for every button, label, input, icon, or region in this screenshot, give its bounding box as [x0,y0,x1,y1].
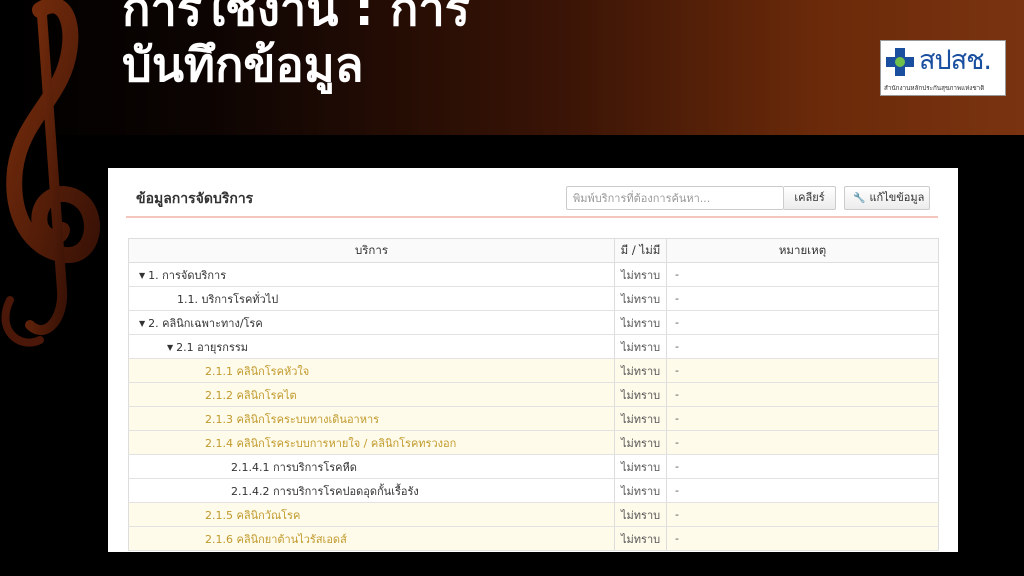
caret-down-icon[interactable]: ▼ [167,343,173,352]
availability-cell: ไม่ทราบ [614,526,667,551]
service-info-panel: ข้อมูลการจัดบริการ เคลียร์ 🔧แก้ไขข้อมูล … [108,168,958,552]
table-row[interactable]: 2.1.4.2 การบริการโรคปอดอุดกั้นเรื้อรัง ไ… [128,478,939,503]
service-label: 2.1.4.2 การบริการโรคปอดอุดกั้นเรื้อรัง [231,484,419,498]
panel-header: ข้อมูลการจัดบริการ เคลียร์ 🔧แก้ไขข้อมูล [126,180,938,218]
service-label: 2.1.5 คลินิกวัณโรค [205,508,301,522]
service-label: 2.1.6 คลินิกยาต้านไวรัสเอดส์ [205,532,347,546]
service-label: 2.1.4.1 การบริการโรคหืด [231,460,357,474]
table-row[interactable]: ▼ 2. คลินิกเฉพาะทาง/โรค ไม่ทราบ - [128,310,939,335]
table-header-row: บริการ มี / ไม่มี หมายเหตุ [128,238,939,263]
note-cell: - [666,526,939,551]
table-row[interactable]: ▼ 2.1 อายุรกรรม ไม่ทราบ - [128,334,939,359]
note-cell: - [666,334,939,359]
service-label: 1. การจัดบริการ [148,268,227,282]
availability-cell: ไม่ทราบ [614,454,667,479]
availability-cell: ไม่ทราบ [614,286,667,311]
slide-title-line-1: การใช้งาน : การ [122,0,471,37]
service-search-input[interactable] [566,186,784,210]
column-header-note: หมายเหตุ [666,238,939,263]
service-label: 2. คลินิกเฉพาะทาง/โรค [148,316,263,330]
table-row[interactable]: 2.1.6 คลินิกยาต้านไวรัสเอดส์ ไม่ทราบ - [128,526,939,551]
slide-title: การใช้งาน : การ บันทึกข้อมูล [122,0,682,94]
wrench-icon: 🔧 [853,193,866,204]
service-label: 2.1.4 คลินิกโรคระบบการหายใจ / คลินิกโรคท… [205,436,457,450]
medical-cross-icon [886,48,914,76]
availability-cell: ไม่ทราบ [614,262,667,287]
caret-down-icon[interactable]: ▼ [139,271,145,280]
service-label: 2.1.2 คลินิกโรคไต [205,388,297,402]
table-row[interactable]: ▼ 1. การจัดบริการ ไม่ทราบ - [128,262,939,287]
clear-button-label: เคลียร์ [794,191,825,204]
note-cell: - [666,262,939,287]
availability-cell: ไม่ทราบ [614,310,667,335]
note-cell: - [666,286,939,311]
service-table-wrap: บริการ มี / ไม่มี หมายเหตุ ▼ 1. การจัดบริ… [128,238,939,551]
availability-cell: ไม่ทราบ [614,358,667,383]
edit-button-label: แก้ไขข้อมูล [869,191,925,204]
service-label: 2.1.3 คลินิกโรคระบบทางเดินอาหาร [205,412,380,426]
treble-clef-decoration-icon [1,0,100,347]
table-row[interactable]: 1.1. บริการโรคทั่วไป ไม่ทราบ - [128,286,939,311]
note-cell: - [666,358,939,383]
note-cell: - [666,310,939,335]
service-label: 2.1 อายุรกรรม [176,340,249,354]
panel-title: ข้อมูลการจัดบริการ [136,191,254,207]
note-cell: - [666,454,939,479]
logo-brand-text: สปสช. [919,45,992,76]
slide-title-line-2: บันทึกข้อมูล [122,38,364,93]
column-header-service: บริการ [128,238,615,263]
note-cell: - [666,430,939,455]
column-header-availability: มี / ไม่มี [614,238,667,263]
table-row[interactable]: 2.1.4 คลินิกโรคระบบการหายใจ / คลินิกโรคท… [128,430,939,455]
table-row[interactable]: 2.1.1 คลินิกโรคหัวใจ ไม่ทราบ - [128,358,939,383]
availability-cell: ไม่ทราบ [614,334,667,359]
nhso-logo: สปสช. สำนักงานหลักประกันสุขภาพแห่งชาติ [880,40,1006,96]
edit-data-button[interactable]: 🔧 แก้ไขข้อมูล [844,186,930,210]
caret-down-icon[interactable]: ▼ [139,319,145,328]
logo-subtitle: สำนักงานหลักประกันสุขภาพแห่งชาติ [884,85,985,92]
service-label: 1.1. บริการโรคทั่วไป [177,292,279,306]
availability-cell: ไม่ทราบ [614,478,667,503]
note-cell: - [666,478,939,503]
table-row[interactable]: 2.1.5 คลินิกวัณโรค ไม่ทราบ - [128,502,939,527]
availability-cell: ไม่ทราบ [614,430,667,455]
table-row[interactable]: 2.1.3 คลินิกโรคระบบทางเดินอาหาร ไม่ทราบ … [128,406,939,431]
service-label: 2.1.1 คลินิกโรคหัวใจ [205,364,310,378]
availability-cell: ไม่ทราบ [614,382,667,407]
table-row[interactable]: 2.1.4.1 การบริการโรคหืด ไม่ทราบ - [128,454,939,479]
note-cell: - [666,502,939,527]
availability-cell: ไม่ทราบ [614,406,667,431]
table-row[interactable]: 2.1.2 คลินิกโรคไต ไม่ทราบ - [128,382,939,407]
availability-cell: ไม่ทราบ [614,502,667,527]
note-cell: - [666,382,939,407]
note-cell: - [666,406,939,431]
service-table: บริการ มี / ไม่มี หมายเหตุ ▼ 1. การจัดบริ… [128,238,939,551]
clear-button[interactable]: เคลียร์ [784,186,836,210]
